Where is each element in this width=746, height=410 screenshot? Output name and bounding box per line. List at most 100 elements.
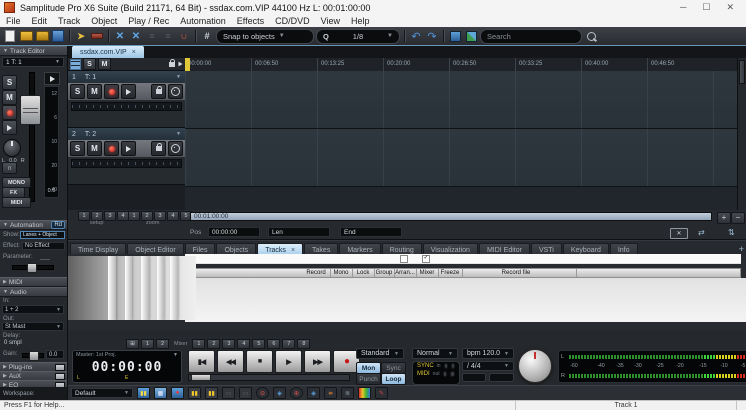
workspace-dropdown[interactable]: Default▼: [71, 388, 133, 398]
volume-fader-handle[interactable]: [20, 95, 41, 125]
menu-item[interactable]: Automation: [180, 16, 226, 26]
track-record-button[interactable]: [104, 141, 119, 156]
horizontal-scrollbar[interactable]: 00:01:00:00: [190, 212, 712, 221]
audio-out-value[interactable]: St Mast▼: [2, 322, 64, 331]
monitoring-button[interactable]: [2, 120, 17, 135]
track-solo-button[interactable]: S: [70, 84, 85, 99]
track-title-bar[interactable]: 1 T: 1 ▼: [68, 71, 185, 83]
timeline-ruler[interactable]: 00:00:0000:06:5000:13:2500:20:0000:26:50…: [185, 58, 737, 72]
loop-toggle[interactable]: Loop: [381, 373, 406, 385]
draw-pen-icon[interactable]: ✎: [375, 387, 388, 399]
menu-item[interactable]: Effects: [237, 16, 264, 26]
snapshot-button[interactable]: 3: [222, 339, 235, 349]
open-project-icon[interactable]: [19, 30, 33, 43]
snapshot-button[interactable]: 7: [282, 339, 295, 349]
setup-button[interactable]: 3: [104, 211, 116, 221]
snap-mode-dropdown[interactable]: Snap to objects▼: [216, 29, 314, 44]
arrange-checkbox[interactable]: [400, 255, 408, 263]
time-display[interactable]: Master: 1st Proj.▼ 00:00:00 L E: [72, 350, 182, 383]
col-lock[interactable]: Lock: [357, 270, 370, 276]
menu-item[interactable]: Edit: [32, 16, 48, 26]
transport-play[interactable]: ▶: [275, 350, 302, 373]
menu-item[interactable]: Object: [91, 16, 117, 26]
transport-rewind[interactable]: ◀◀: [217, 350, 244, 373]
setup-button[interactable]: 1: [78, 211, 90, 221]
cut-icon[interactable]: ✕: [113, 30, 127, 43]
object-manager-icon[interactable]: [448, 30, 462, 43]
transport-skip-start[interactable]: ▮◀: [188, 350, 215, 373]
snapshot-button[interactable]: 1: [192, 339, 205, 349]
track-record-button[interactable]: [104, 84, 119, 99]
time-signature-dropdown[interactable]: / 4/4▼: [462, 361, 514, 371]
vertical-scrollbar-thumb[interactable]: [739, 60, 745, 84]
track-lock-button[interactable]: [151, 84, 166, 99]
snapshot-button[interactable]: 8: [297, 339, 310, 349]
add-docker-tab-button[interactable]: +: [739, 244, 744, 254]
chevron-down-icon[interactable]: ▼: [176, 74, 181, 80]
automation-slider[interactable]: [12, 265, 54, 270]
metronome-button[interactable]: [489, 373, 514, 382]
vertical-scrollbar[interactable]: [737, 58, 746, 210]
snapshot-grid-icon[interactable]: ⊞: [126, 339, 139, 349]
col-mixer[interactable]: Mixer: [420, 270, 435, 276]
transport-position-slider[interactable]: [188, 374, 350, 381]
track-settings-button[interactable]: [168, 84, 183, 99]
fit-to-screen-icon[interactable]: ✕: [670, 228, 688, 239]
video-monitor-icon[interactable]: ●: [171, 387, 184, 399]
automation-show-value[interactable]: Lanes + Object: [20, 231, 65, 239]
headphone-icon[interactable]: ∩: [2, 162, 17, 174]
track-lane-2[interactable]: [185, 129, 737, 187]
range-tool-icon[interactable]: [90, 30, 104, 43]
audio-in-value[interactable]: 1 + 2▼: [2, 305, 64, 314]
split-icon[interactable]: ✕: [129, 30, 143, 43]
mouse-mode-icon[interactable]: ➤: [74, 30, 88, 43]
monitor-volume-knob[interactable]: [518, 349, 552, 383]
spectrum-icon[interactable]: [358, 387, 371, 399]
menu-item[interactable]: Track: [58, 16, 80, 26]
midi-section-header[interactable]: ▶MIDI: [0, 277, 67, 287]
mode-dropdown[interactable]: Normal▼: [412, 348, 458, 359]
quantize-dropdown[interactable]: Q 1/8 ▼: [316, 29, 400, 44]
track-mute-button[interactable]: M: [87, 84, 102, 99]
track-editor-header[interactable]: ▼ Track Editor: [0, 46, 67, 56]
all-solo-button[interactable]: S: [83, 58, 96, 70]
track-monitor-button[interactable]: [121, 84, 136, 99]
panel-icon[interactable]: [55, 364, 65, 371]
automation-effect-value[interactable]: No Effect: [22, 242, 65, 250]
track-solo-button[interactable]: S: [70, 141, 85, 156]
crossfade-icon[interactable]: ⇻: [324, 387, 337, 399]
swap-vertical-icon[interactable]: ⇅: [728, 228, 735, 237]
solo-button[interactable]: S: [2, 75, 17, 90]
end-field[interactable]: End: [340, 227, 402, 237]
track-lane-1[interactable]: [185, 71, 737, 129]
close-button[interactable]: ✕: [726, 3, 734, 12]
playhead-marker[interactable]: [185, 58, 190, 71]
menu-item[interactable]: Play / Rec: [128, 16, 169, 26]
mute-button[interactable]: M: [2, 90, 17, 105]
grid-view-icon[interactable]: [70, 59, 81, 70]
zoom-in-object-icon[interactable]: ⊕: [290, 387, 303, 399]
col-record-file[interactable]: Record file: [502, 270, 531, 276]
gain-slider[interactable]: [22, 353, 44, 358]
snapshot-button[interactable]: 2: [207, 339, 220, 349]
track-lock-button[interactable]: [151, 141, 166, 156]
lock-icon[interactable]: [169, 62, 175, 67]
grid-icon[interactable]: #: [200, 30, 214, 43]
undo-icon[interactable]: ↶: [409, 30, 423, 43]
track-header-T: 2[interactable]: 2 T: 2 ▼ S M: [68, 128, 185, 185]
col-group[interactable]: Group: [376, 270, 393, 276]
nav-horizontal-icon[interactable]: ◈: [307, 387, 320, 399]
track-settings-button[interactable]: [168, 141, 183, 156]
all-mute-button[interactable]: M: [98, 58, 111, 70]
quick-button[interactable]: 1: [141, 339, 154, 349]
snapshot-button[interactable]: 5: [252, 339, 265, 349]
zoom-in-button[interactable]: +: [717, 212, 731, 224]
project-tab[interactable]: ssdax.com.VIP ×: [72, 46, 144, 58]
col-freeze[interactable]: Freeze: [441, 270, 460, 276]
audio-section-header[interactable]: ▼Audio: [0, 287, 67, 297]
automation-read-badge[interactable]: Rd: [51, 221, 65, 229]
track-title-bar[interactable]: 2 T: 2 ▼: [68, 128, 185, 140]
marker-icon[interactable]: ▮▮: [188, 387, 201, 399]
save-icon[interactable]: [51, 30, 65, 43]
menu-item[interactable]: Help: [351, 16, 370, 26]
